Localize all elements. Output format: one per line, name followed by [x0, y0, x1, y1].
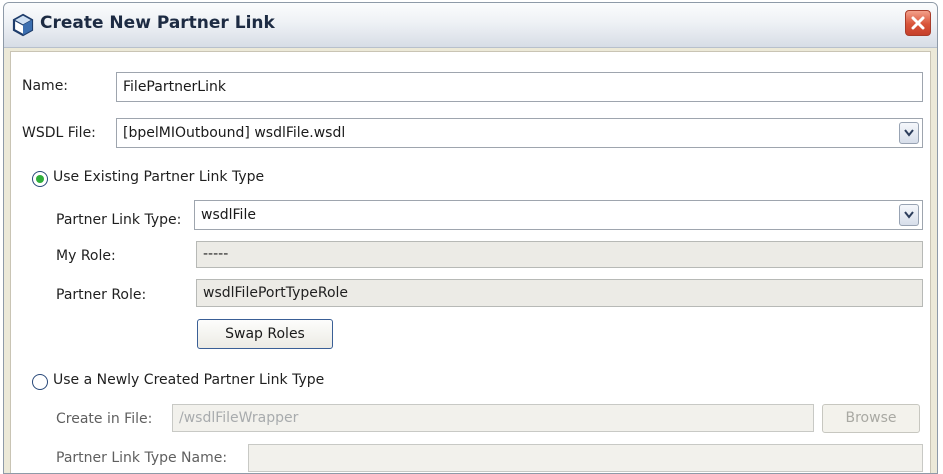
create-partner-link-dialog: Create New Partner Link Name: FilePartne…	[3, 2, 938, 474]
partner-link-type-dropdown-button[interactable]	[899, 204, 919, 226]
wsdl-file-label: WSDL File:	[22, 125, 96, 141]
netbeans-cube-icon	[11, 13, 35, 37]
my-role-field: -----	[196, 241, 923, 268]
use-new-label[interactable]: Use a Newly Created Partner Link Type	[53, 372, 324, 388]
partner-link-type-value: wsdlFile	[201, 207, 256, 223]
wsdl-file-dropdown-button[interactable]	[899, 122, 919, 144]
close-button[interactable]	[905, 10, 931, 36]
title-bar[interactable]: Create New Partner Link	[4, 3, 937, 48]
partner-role-label: Partner Role:	[56, 287, 147, 303]
create-in-file-field[interactable]: /wsdlFileWrapper	[172, 404, 814, 432]
radio-selected-dot	[36, 175, 44, 183]
partner-link-type-name-field[interactable]	[248, 444, 923, 472]
partner-role-field: wsdlFilePortTypeRole	[196, 279, 923, 307]
chevron-down-icon	[904, 211, 914, 219]
my-role-label: My Role:	[56, 248, 116, 264]
partner-link-type-label: Partner Link Type:	[56, 212, 182, 228]
name-input[interactable]: FilePartnerLink	[116, 72, 923, 102]
use-new-radio[interactable]	[32, 374, 48, 390]
chevron-down-icon	[904, 129, 914, 137]
wsdl-file-combo[interactable]: [bpelMIOutbound] wsdlFile.wsdl	[116, 118, 923, 148]
swap-roles-button[interactable]: Swap Roles	[197, 319, 333, 349]
name-label: Name:	[22, 78, 69, 94]
browse-button[interactable]: Browse	[822, 404, 920, 433]
use-existing-label[interactable]: Use Existing Partner Link Type	[53, 169, 264, 185]
wsdl-file-value: [bpelMIOutbound] wsdlFile.wsdl	[123, 125, 346, 141]
partner-link-type-combo[interactable]: wsdlFile	[194, 200, 923, 230]
create-in-file-label: Create in File:	[56, 411, 153, 427]
partner-link-type-name-label: Partner Link Type Name:	[56, 450, 228, 466]
dialog-content: Name: FilePartnerLink WSDL File: [bpelMI…	[10, 51, 931, 473]
close-x-icon	[911, 16, 925, 30]
dialog-title: Create New Partner Link	[40, 13, 275, 33]
use-existing-radio[interactable]	[32, 171, 48, 187]
